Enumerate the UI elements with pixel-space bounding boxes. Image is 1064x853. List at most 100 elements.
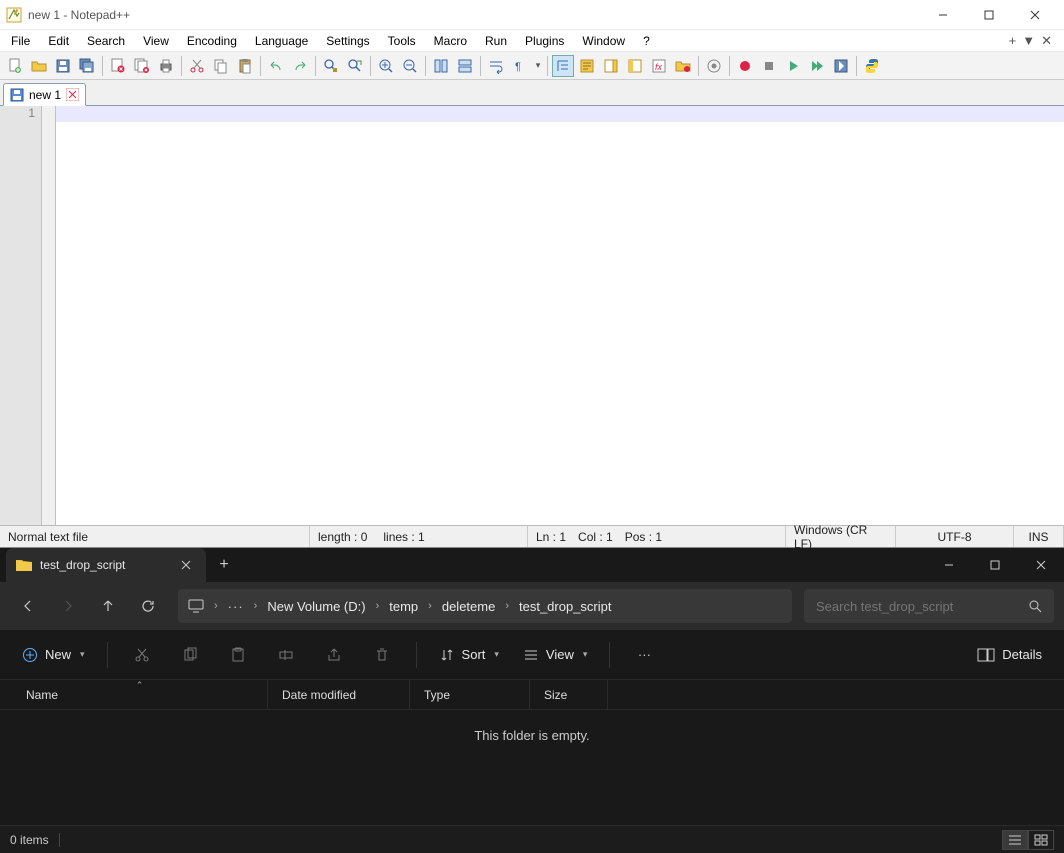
doc-list-icon[interactable]: [624, 55, 646, 77]
column-type[interactable]: Type: [410, 680, 530, 709]
stop-icon[interactable]: [758, 55, 780, 77]
search-input[interactable]: [816, 599, 1020, 614]
menu-run[interactable]: Run: [476, 32, 516, 50]
chevron-right-icon[interactable]: ›: [250, 600, 262, 612]
chevron-right-icon[interactable]: ›: [372, 600, 384, 612]
more-button[interactable]: ···: [624, 638, 664, 672]
pc-icon[interactable]: [188, 599, 204, 613]
menu-help[interactable]: ?: [634, 32, 659, 50]
breadcrumb-segment[interactable]: New Volume (D:): [267, 599, 365, 614]
column-date[interactable]: Date modified: [268, 680, 410, 709]
explorer-minimize-button[interactable]: [926, 548, 972, 582]
breadcrumb-segment[interactable]: deleteme: [442, 599, 495, 614]
record-icon[interactable]: [734, 55, 756, 77]
rename-button[interactable]: [266, 638, 306, 672]
close-button[interactable]: [1012, 0, 1058, 30]
cut-button[interactable]: [122, 638, 162, 672]
delete-button[interactable]: [362, 638, 402, 672]
breadcrumb-segment[interactable]: test_drop_script: [519, 599, 612, 614]
udl-icon[interactable]: [576, 55, 598, 77]
undo-icon[interactable]: [265, 55, 287, 77]
monitor-icon[interactable]: [703, 55, 725, 77]
details-button[interactable]: Details: [969, 638, 1050, 672]
function-list-icon[interactable]: fx: [648, 55, 670, 77]
back-button[interactable]: [10, 588, 46, 624]
breadcrumb-segment[interactable]: temp: [389, 599, 418, 614]
menu-plugins[interactable]: Plugins: [516, 32, 573, 50]
search-box[interactable]: [804, 589, 1054, 623]
maximize-button[interactable]: [966, 0, 1012, 30]
explorer-close-button[interactable]: [1018, 548, 1064, 582]
sync-horiz-icon[interactable]: [454, 55, 476, 77]
refresh-button[interactable]: [130, 588, 166, 624]
copy-icon[interactable]: [210, 55, 232, 77]
indent-guide-icon[interactable]: [552, 55, 574, 77]
new-file-icon[interactable]: [4, 55, 26, 77]
up-button[interactable]: [90, 588, 126, 624]
titlebar[interactable]: new 1 - Notepad++: [0, 0, 1064, 30]
replace-icon[interactable]: [344, 55, 366, 77]
save-all-icon[interactable]: [76, 55, 98, 77]
menu-encoding[interactable]: Encoding: [178, 32, 246, 50]
chevron-right-icon[interactable]: ›: [424, 600, 436, 612]
tab-close-icon[interactable]: [66, 88, 79, 101]
column-size[interactable]: Size: [530, 680, 608, 709]
copy-button[interactable]: [170, 638, 210, 672]
cut-icon[interactable]: [186, 55, 208, 77]
minimize-button[interactable]: [920, 0, 966, 30]
menu-view[interactable]: View: [134, 32, 178, 50]
status-eol[interactable]: Windows (CR LF): [786, 526, 896, 547]
sync-vert-icon[interactable]: [430, 55, 452, 77]
print-icon[interactable]: [155, 55, 177, 77]
status-position[interactable]: Ln : 1 Col : 1 Pos : 1: [528, 526, 786, 547]
menu-macro[interactable]: Macro: [425, 32, 476, 50]
status-length[interactable]: length : 0 lines : 1: [310, 526, 528, 547]
view-button[interactable]: View ▾: [515, 638, 595, 672]
save-macro-icon[interactable]: [830, 55, 852, 77]
menu-window[interactable]: Window: [573, 32, 634, 50]
new-button[interactable]: New ▾: [14, 638, 93, 672]
find-icon[interactable]: [320, 55, 342, 77]
close-file-icon[interactable]: [107, 55, 129, 77]
text-area[interactable]: [56, 106, 1064, 525]
details-view-toggle[interactable]: [1002, 830, 1028, 850]
status-overwrite[interactable]: INS: [1014, 526, 1064, 547]
new-tab-button[interactable]: +: [206, 556, 242, 574]
sort-button[interactable]: Sort ▾: [431, 638, 507, 672]
file-list[interactable]: This folder is empty.: [0, 710, 1064, 825]
play-multi-icon[interactable]: [806, 55, 828, 77]
menu-edit[interactable]: Edit: [39, 32, 78, 50]
forward-button[interactable]: [50, 588, 86, 624]
chevron-right-icon[interactable]: ›: [501, 600, 513, 612]
save-icon[interactable]: [52, 55, 74, 77]
explorer-maximize-button[interactable]: [972, 548, 1018, 582]
open-file-icon[interactable]: [28, 55, 50, 77]
python-icon[interactable]: [861, 55, 883, 77]
menu-close-button[interactable]: ✕: [1041, 33, 1052, 49]
menu-search[interactable]: Search: [78, 32, 134, 50]
search-icon[interactable]: [1028, 599, 1042, 613]
zoom-in-icon[interactable]: [375, 55, 397, 77]
close-all-icon[interactable]: [131, 55, 153, 77]
menu-language[interactable]: Language: [246, 32, 317, 50]
status-encoding[interactable]: UTF-8: [896, 526, 1014, 547]
breadcrumb[interactable]: › ··· › New Volume (D:) › temp › deletem…: [178, 589, 792, 623]
paste-button[interactable]: [218, 638, 258, 672]
redo-icon[interactable]: [289, 55, 311, 77]
explorer-tab[interactable]: test_drop_script: [6, 548, 206, 582]
menu-dropdown-button[interactable]: ▼: [1022, 33, 1035, 48]
column-name[interactable]: Name ⌃: [12, 680, 268, 709]
show-all-chars-icon[interactable]: ¶: [509, 55, 531, 77]
chevron-right-icon[interactable]: ›: [210, 600, 222, 612]
menu-file[interactable]: File: [2, 32, 39, 50]
paste-icon[interactable]: [234, 55, 256, 77]
status-filetype[interactable]: Normal text file: [0, 526, 310, 547]
chars-dropdown-icon[interactable]: ▾: [533, 60, 543, 71]
explorer-tab-close-icon[interactable]: [180, 559, 192, 571]
breadcrumb-overflow[interactable]: ···: [228, 599, 244, 614]
fold-margin[interactable]: [42, 106, 56, 525]
play-icon[interactable]: [782, 55, 804, 77]
zoom-out-icon[interactable]: [399, 55, 421, 77]
thumbnails-view-toggle[interactable]: [1028, 830, 1054, 850]
menu-plus-button[interactable]: +: [1009, 33, 1017, 48]
